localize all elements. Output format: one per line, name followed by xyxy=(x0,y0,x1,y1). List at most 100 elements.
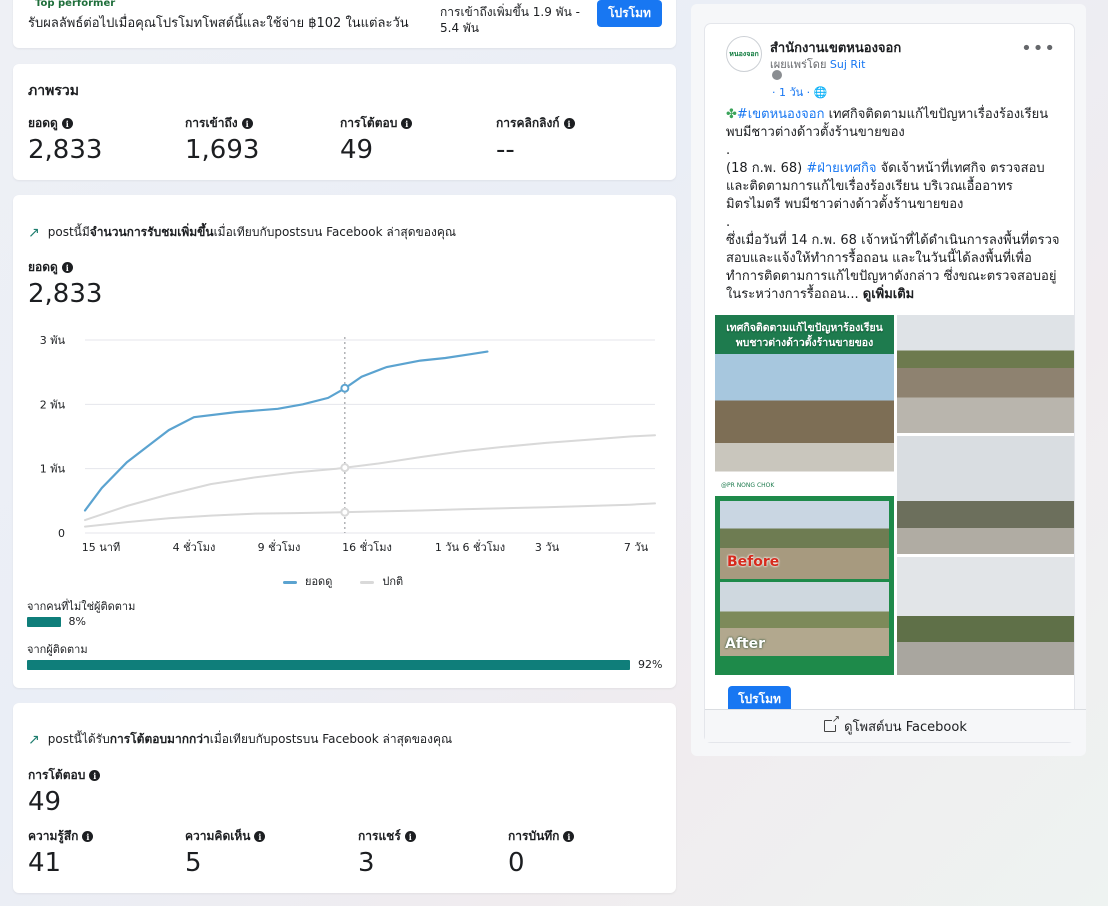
trend-text-bold: จำนวนการรับชมเพิ่มขึ้น xyxy=(89,225,214,239)
trend-text-bold: การโต้ตอบมากกว่า xyxy=(109,732,210,746)
metric-engagement: การโต้ตอบ i 49 xyxy=(340,114,413,165)
overview-title: ภาพรวม xyxy=(28,83,79,99)
info-icon[interactable]: i xyxy=(89,770,101,781)
metric-label: การโต้ตอบ xyxy=(28,768,86,782)
legend-item-views[interactable]: ยอดดู xyxy=(283,572,332,590)
trend-up-icon: ↗ xyxy=(28,224,40,241)
info-icon[interactable]: i xyxy=(563,831,575,842)
views-series-line xyxy=(83,350,489,512)
before-label: Before xyxy=(727,554,780,570)
legend-swatch xyxy=(283,580,297,584)
info-icon[interactable]: i xyxy=(401,118,413,129)
legend-swatch xyxy=(360,580,375,584)
y-tick-label: 1 พัน xyxy=(40,463,66,476)
promote-suggestion-card: Top performer รับผลลัพธ์ต่อไปเมื่อคุณโปร… xyxy=(13,0,676,48)
clover-icon: ✤ xyxy=(726,107,737,122)
metric-label: การบันทึก xyxy=(508,829,560,843)
post-paragraph: . xyxy=(726,215,731,230)
metric-value: 3 xyxy=(358,848,375,878)
view-on-facebook-button[interactable]: ดูโพสต์บน Facebook xyxy=(705,709,1086,742)
post-photo[interactable]: เทศกิจติดตามแก้ไขปัญหาร้องเรียน พบชาวต่า… xyxy=(715,315,894,493)
metric-label: ยอดดู xyxy=(28,260,58,274)
metric-reactions: ความรู้สึก i 41 xyxy=(28,827,94,878)
engagement-trend-note: ↗ postนี้ได้รับการโต้ตอบมากกว่าเมื่อเทีย… xyxy=(28,730,452,749)
post-photo[interactable] xyxy=(897,436,1074,554)
metric-label: การเข้าถึง xyxy=(185,116,238,130)
metric-reach: การเข้าถึง i 1,693 xyxy=(185,114,259,165)
promote-button[interactable]: โปรโมท xyxy=(597,0,662,27)
views-line-chart[interactable]: 0 1 พัน 2 พัน 3 พัน 15 นาที 4 ชั่วโมง 9 ชั่วโม… xyxy=(13,325,676,560)
metric-saves: การบันทึก i 0 xyxy=(508,827,575,878)
metric-value: 2,833 xyxy=(28,135,103,165)
non-followers-percent: 8% xyxy=(68,615,86,628)
baseline-hover-point xyxy=(340,507,350,517)
metric-value: 5 xyxy=(185,848,202,878)
info-icon[interactable]: i xyxy=(61,262,73,273)
overview-card: ภาพรวม ยอดดู i 2,833 การเข้าถึง i 1,693 กา… xyxy=(13,64,676,180)
info-icon[interactable]: i xyxy=(254,831,266,842)
legend-label: ยอดดู xyxy=(305,575,333,588)
post-preview-card: หนองจอก สำนักงานเขตหนองจอก เผยแพร่โดย Su… xyxy=(705,24,1074,742)
metric-value: 41 xyxy=(28,848,62,878)
metric-link-clicks: การคลิกลิงก์ i -- xyxy=(496,114,575,165)
location-icon xyxy=(772,70,782,80)
views-hover-point xyxy=(340,383,350,393)
metric-label: การโต้ตอบ xyxy=(340,116,398,130)
estimated-reach-line1: การเข้าถึงเพิ่มขึ้น 1.9 พัน - xyxy=(440,5,580,19)
x-tick-label: 7 วัน xyxy=(624,541,649,554)
followers-label: จากผู้ติดตาม xyxy=(27,643,88,656)
info-icon[interactable]: i xyxy=(404,831,416,842)
followers-bar-fill xyxy=(27,660,630,670)
published-by-label: เผยแพร่โดย xyxy=(770,58,827,71)
info-icon[interactable]: i xyxy=(563,118,575,129)
y-tick-label: 2 พัน xyxy=(40,398,66,411)
hashtag-link[interactable]: #เขตหนองจอก xyxy=(737,107,825,122)
photo-headline: เทศกิจติดตามแก้ไขปัญหาร้องเรียน พบชาวต่า… xyxy=(726,322,883,349)
publisher-name[interactable]: Suj Rit xyxy=(830,58,866,71)
metric-shares: การแชร์ i 3 xyxy=(358,827,416,878)
x-tick-label: 3 วัน xyxy=(535,541,560,554)
chart-legend: ยอดดู ปกติ xyxy=(283,572,403,590)
baseline-hover-point xyxy=(340,463,350,473)
metric-value: 49 xyxy=(28,787,62,817)
post-preview-panel: หนองจอก สำนักงานเขตหนองจอก เผยแพร่โดย Su… xyxy=(691,4,1086,756)
views-metric: ยอดดู i 2,833 xyxy=(28,258,102,309)
followers-percent: 92% xyxy=(638,658,663,671)
metric-label: ความรู้สึก xyxy=(28,829,79,843)
x-tick-label: 1 วัน 6 ชั่วโมง xyxy=(435,539,505,554)
after-label: After xyxy=(725,636,766,652)
trend-up-icon: ↗ xyxy=(28,731,40,748)
published-by: เผยแพร่โดย Suj Rit xyxy=(770,55,865,73)
photo-footer: @PR NONG CHOK xyxy=(721,482,775,489)
legend-label: ปกติ xyxy=(382,575,404,588)
views-chart-card: ↗ postนี้มีจำนวนการรับชมเพิ่มขึ้นเมื่อเท… xyxy=(13,195,676,688)
engagement-metric: การโต้ตอบ i 49 xyxy=(28,766,101,817)
trend-text-pre: postนี้มี xyxy=(47,225,90,239)
metric-comments: ความคิดเห็น i 5 xyxy=(185,827,266,878)
y-tick-label: 0 xyxy=(58,527,65,540)
info-icon[interactable]: i xyxy=(82,831,94,842)
legend-item-baseline[interactable]: ปกติ xyxy=(360,572,403,590)
post-photo[interactable] xyxy=(897,315,1074,433)
y-tick-label: 3 พัน xyxy=(40,334,66,347)
info-icon[interactable]: i xyxy=(61,118,73,129)
x-tick-label: 15 นาที xyxy=(82,541,120,554)
info-icon[interactable]: i xyxy=(241,118,253,129)
x-tick-label: 4 ชั่วโมง xyxy=(173,539,216,554)
hashtag-link[interactable]: #ฝ่ายเทศกิจ xyxy=(806,161,876,176)
metric-label: การคลิกลิงก์ xyxy=(496,116,560,130)
x-tick-label: 16 ชั่วโมง xyxy=(342,539,392,554)
metric-label: ความคิดเห็น xyxy=(185,829,251,843)
more-options-icon[interactable]: ••• xyxy=(1021,38,1056,59)
external-link-icon xyxy=(824,714,841,732)
post-text: ✤#เขตหนองจอก เทศกิจติดตามแก้ไขปัญหาเรื่อ… xyxy=(726,106,1066,304)
non-followers-label: จากคนที่ไม่ใช่ผู้ติดตาม xyxy=(27,600,136,613)
non-followers-bar xyxy=(27,617,643,627)
page-avatar[interactable]: หนองจอก xyxy=(726,36,762,72)
see-more-link[interactable]: ดูเพิ่มเติม xyxy=(863,287,914,302)
post-photo[interactable] xyxy=(897,557,1074,675)
trend-text-post: เมื่อเทียบกับpostsบน Facebook ล่าสุดของค… xyxy=(209,732,453,746)
post-photo[interactable]: Before After xyxy=(715,496,894,675)
post-time[interactable]: · 1 วัน · 🌐 xyxy=(772,83,827,101)
non-followers-bar-fill xyxy=(27,617,61,627)
